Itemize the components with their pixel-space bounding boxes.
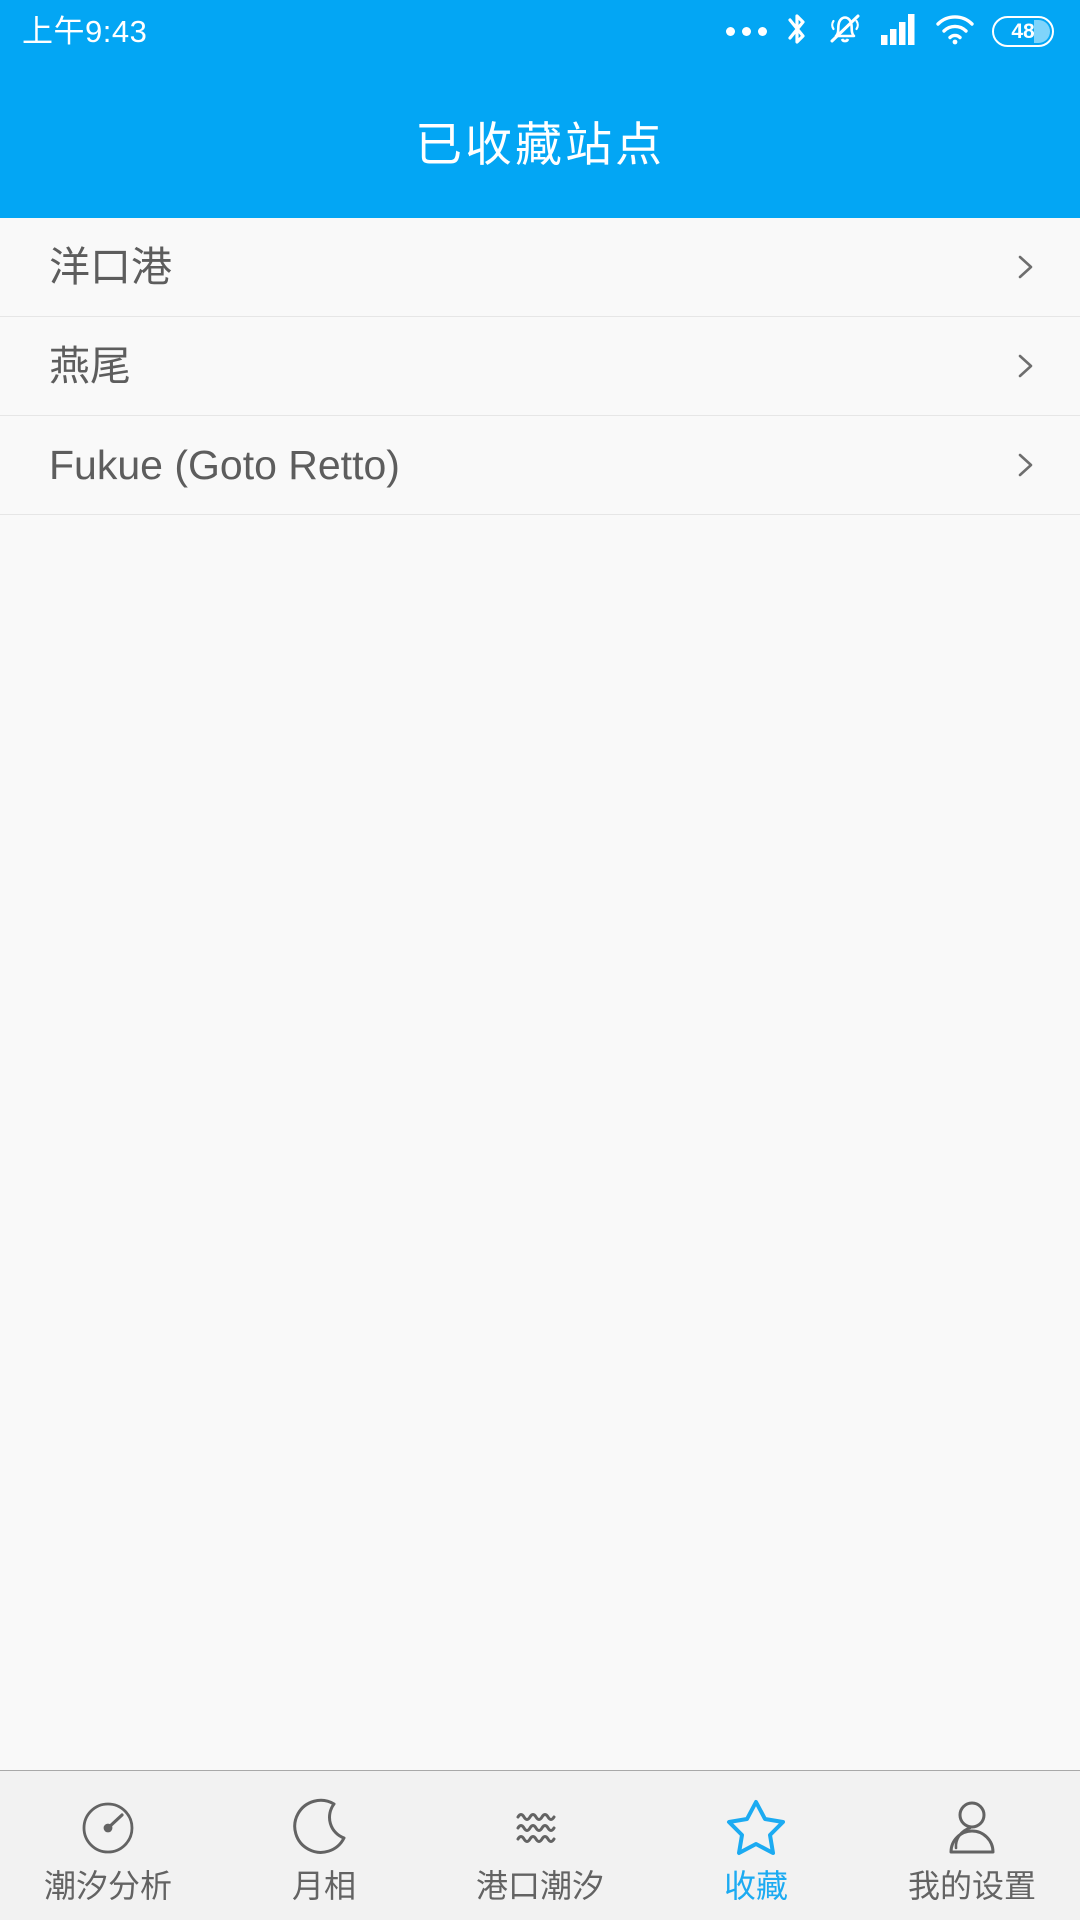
battery-level: 48 [1011,19,1035,43]
tab-label: 港口潮汐 [475,1867,604,1904]
tab-port-tides[interactable]: 港口潮汐 [432,1771,648,1920]
list-item[interactable]: 燕尾 [0,317,1080,416]
tab-my-settings[interactable]: 我的设置 [864,1771,1080,1920]
station-name: 洋口港 [49,243,172,290]
status-icon-group: 48 [726,11,1054,52]
tab-tide-analysis[interactable]: 潮汐分析 [0,1771,216,1920]
empty-content-area [0,515,1080,1770]
chevron-right-icon [1010,351,1040,381]
tab-label: 我的设置 [907,1867,1036,1904]
app-root: 上午9:43 48 已收藏站点 洋口港 燕尾 Fukue (Goto Retto… [0,0,1080,1920]
tab-moon-phase[interactable]: 月相 [216,1771,432,1920]
tab-favorites[interactable]: 收藏 [648,1771,864,1920]
star-icon [724,1796,788,1860]
tab-label: 潮汐分析 [43,1867,172,1904]
station-name: 燕尾 [49,342,131,389]
page-title: 已收藏站点 [415,117,665,171]
station-name: Fukue (Goto Retto) [49,441,400,488]
gauge-icon [76,1796,140,1860]
wifi-icon [935,13,975,50]
tab-label: 月相 [291,1867,356,1904]
favorite-stations-list: 洋口港 燕尾 Fukue (Goto Retto) [0,218,1080,515]
status-bar: 上午9:43 48 [0,0,1080,62]
bottom-tab-bar: 潮汐分析 月相 港口潮汐 收藏 我的设置 [0,1770,1080,1920]
status-time: 上午9:43 [22,13,148,49]
signal-bars-icon [880,13,918,50]
person-icon [940,1796,1004,1860]
list-item[interactable]: Fukue (Goto Retto) [0,416,1080,515]
waves-icon [508,1796,572,1860]
bluetooth-icon [784,12,810,51]
app-header: 已收藏站点 [0,62,1080,218]
chevron-right-icon [1010,252,1040,282]
bell-muted-icon [827,11,863,52]
more-dots-icon [726,26,767,36]
tab-label: 收藏 [723,1867,788,1904]
moon-icon [292,1796,356,1860]
chevron-right-icon [1010,450,1040,480]
battery-icon: 48 [992,15,1054,47]
list-item[interactable]: 洋口港 [0,218,1080,317]
